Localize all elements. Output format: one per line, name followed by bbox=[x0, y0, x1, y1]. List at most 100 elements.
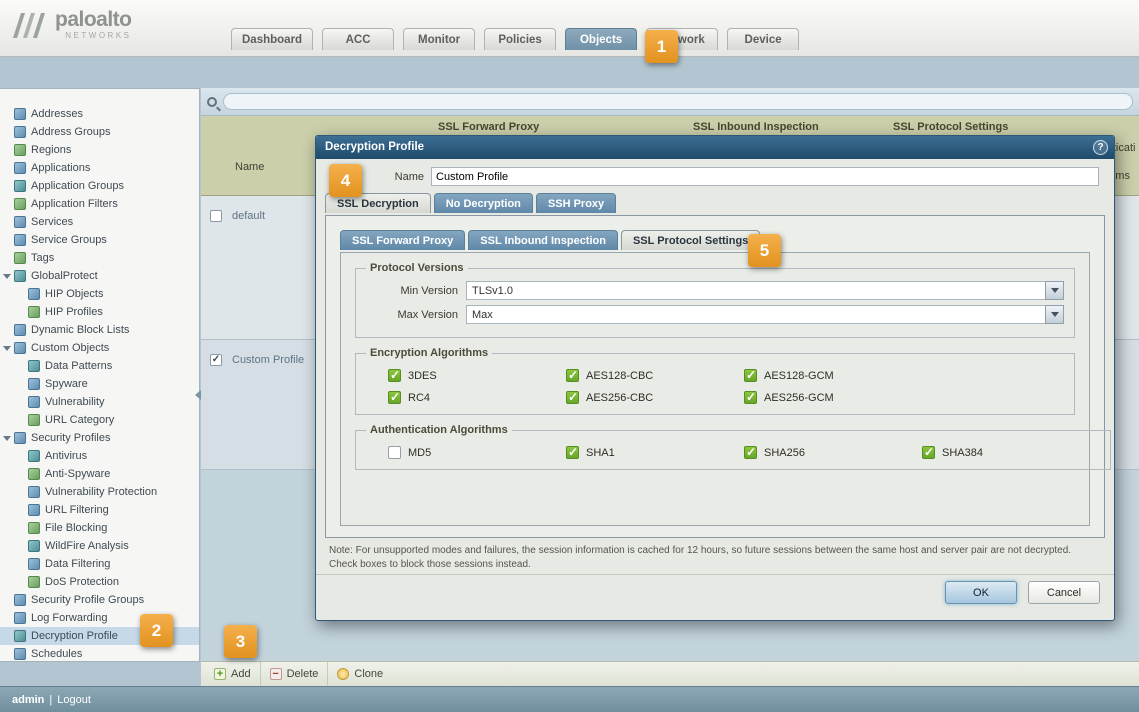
sidebar-item-regions[interactable]: Regions bbox=[0, 141, 199, 159]
ok-button[interactable]: OK bbox=[945, 581, 1017, 604]
sidebar-item-security-profile-groups[interactable]: Security Profile Groups bbox=[0, 591, 199, 609]
ssl-protocol-settings-panel: Protocol Versions Min Version TLSv1.0 Ma… bbox=[340, 252, 1090, 526]
subtab-ssl-forward-proxy[interactable]: SSL Forward Proxy bbox=[340, 230, 465, 250]
checkbox-sha256[interactable]: SHA256 bbox=[744, 446, 922, 459]
checkbox-3des[interactable]: 3DES bbox=[388, 369, 566, 382]
subtab-ssl-inbound-inspection[interactable]: SSL Inbound Inspection bbox=[468, 230, 618, 250]
encryption-algorithms-group: Encryption Algorithms 3DES AES128-CBC AE… bbox=[355, 347, 1075, 415]
checkbox-sha384[interactable]: SHA384 bbox=[922, 446, 1100, 459]
help-icon[interactable]: ? bbox=[1093, 140, 1108, 155]
expand-triangle-icon[interactable] bbox=[3, 436, 11, 441]
tab-ssh-proxy[interactable]: SSH Proxy bbox=[536, 193, 616, 213]
paloalto-logo-mark bbox=[10, 10, 48, 40]
delete-button[interactable]: − Delete bbox=[261, 662, 329, 686]
checkbox-icon[interactable] bbox=[922, 446, 935, 459]
sidebar-item-anti-spyware[interactable]: Anti-Spyware bbox=[0, 465, 199, 483]
sidebar-item-tags[interactable]: Tags bbox=[0, 249, 199, 267]
checkbox-aes256-cbc[interactable]: AES256-CBC bbox=[566, 391, 744, 404]
table-filterbar bbox=[201, 88, 1139, 116]
checkbox-icon[interactable] bbox=[744, 446, 757, 459]
sidebar-item-data-filtering[interactable]: Data Filtering bbox=[0, 555, 199, 573]
security-profiles-icon bbox=[14, 432, 26, 444]
sidebar-item-wildfire-analysis[interactable]: WildFire Analysis bbox=[0, 537, 199, 555]
tab-device[interactable]: Device bbox=[727, 28, 799, 50]
sidebar-item-application-filters[interactable]: Application Filters bbox=[0, 195, 199, 213]
sidebar-item-spyware[interactable]: Spyware bbox=[0, 375, 199, 393]
checkbox-md5[interactable]: MD5 bbox=[388, 446, 566, 459]
sidebar-item-application-groups[interactable]: Application Groups bbox=[0, 177, 199, 195]
sidebar-item-antivirus[interactable]: Antivirus bbox=[0, 447, 199, 465]
filter-input[interactable] bbox=[223, 93, 1133, 110]
profile-name-link[interactable]: Custom Profile bbox=[232, 354, 304, 366]
application-filters-icon bbox=[14, 198, 26, 210]
hip-profiles-icon bbox=[28, 306, 40, 318]
sidebar-item-address-groups[interactable]: Address Groups bbox=[0, 123, 199, 141]
dialog-footer: OK Cancel bbox=[945, 581, 1100, 604]
tab-acc[interactable]: ACC bbox=[322, 28, 394, 50]
max-version-value[interactable]: Max bbox=[466, 305, 1045, 324]
min-version-combobox: TLSv1.0 bbox=[466, 281, 1064, 300]
logout-link[interactable]: Logout bbox=[57, 694, 91, 706]
tab-objects[interactable]: Objects bbox=[565, 28, 637, 50]
wildfire-analysis-icon bbox=[28, 540, 40, 552]
checkbox-icon[interactable] bbox=[744, 369, 757, 382]
checkbox-aes128-cbc[interactable]: AES128-CBC bbox=[566, 369, 744, 382]
checkbox-aes256-gcm[interactable]: AES256-GCM bbox=[744, 391, 922, 404]
column-name: Name bbox=[235, 161, 264, 173]
profile-name-link[interactable]: default bbox=[232, 210, 265, 222]
add-button[interactable]: + Add bbox=[205, 662, 261, 686]
checkbox-icon[interactable] bbox=[388, 369, 401, 382]
tab-monitor[interactable]: Monitor bbox=[403, 28, 475, 50]
sidebar-item-url-category[interactable]: URL Category bbox=[0, 411, 199, 429]
name-input[interactable] bbox=[431, 167, 1099, 186]
sidebar-item-vulnerability-protection[interactable]: Vulnerability Protection bbox=[0, 483, 199, 501]
expand-triangle-icon[interactable] bbox=[3, 274, 11, 279]
checkbox-icon[interactable] bbox=[566, 369, 579, 382]
row-checkbox[interactable] bbox=[210, 354, 222, 366]
tab-dashboard[interactable]: Dashboard bbox=[231, 28, 313, 50]
checkbox-icon[interactable] bbox=[566, 446, 579, 459]
column-ssl-inbound-inspection: SSL Inbound Inspection bbox=[693, 121, 819, 133]
max-version-combobox: Max bbox=[466, 305, 1064, 324]
sidebar-item-file-blocking[interactable]: File Blocking bbox=[0, 519, 199, 537]
sidebar-item-hip-objects[interactable]: HIP Objects bbox=[0, 285, 199, 303]
sidebar-item-addresses[interactable]: Addresses bbox=[0, 105, 199, 123]
sidebar-item-hip-profiles[interactable]: HIP Profiles bbox=[0, 303, 199, 321]
checkbox-rc4[interactable]: RC4 bbox=[388, 391, 566, 404]
subtab-ssl-protocol-settings[interactable]: SSL Protocol Settings bbox=[621, 230, 760, 250]
dialog-tabs: SSL Decryption No Decryption SSH Proxy bbox=[325, 193, 616, 213]
dynamic-block-lists-icon bbox=[14, 324, 26, 336]
sidebar-item-dynamic-block-lists[interactable]: Dynamic Block Lists bbox=[0, 321, 199, 339]
checkbox-aes128-gcm[interactable]: AES128-GCM bbox=[744, 369, 922, 382]
sidebar-item-globalprotect[interactable]: GlobalProtect bbox=[0, 267, 199, 285]
checkbox-icon[interactable] bbox=[388, 446, 401, 459]
clone-button[interactable]: Clone bbox=[328, 662, 392, 686]
sidebar-item-data-patterns[interactable]: Data Patterns bbox=[0, 357, 199, 375]
checkbox-icon[interactable] bbox=[388, 391, 401, 404]
min-version-value[interactable]: TLSv1.0 bbox=[466, 281, 1045, 300]
sidebar-item-services[interactable]: Services bbox=[0, 213, 199, 231]
tab-policies[interactable]: Policies bbox=[484, 28, 556, 50]
min-version-dropdown-button[interactable] bbox=[1045, 281, 1064, 300]
sidebar-item-url-filtering[interactable]: URL Filtering bbox=[0, 501, 199, 519]
sidebar-item-dos-protection[interactable]: DoS Protection bbox=[0, 573, 199, 591]
checkbox-icon[interactable] bbox=[566, 391, 579, 404]
cancel-button[interactable]: Cancel bbox=[1028, 581, 1100, 604]
max-version-dropdown-button[interactable] bbox=[1045, 305, 1064, 324]
app-header: paloalto NETWORKS Dashboard ACC Monitor … bbox=[0, 0, 1139, 57]
sidebar-item-service-groups[interactable]: Service Groups bbox=[0, 231, 199, 249]
row-checkbox[interactable] bbox=[210, 210, 222, 222]
checkbox-sha1[interactable]: SHA1 bbox=[566, 446, 744, 459]
sidebar-item-schedules[interactable]: Schedules bbox=[0, 645, 199, 662]
sidebar-item-custom-objects[interactable]: Custom Objects bbox=[0, 339, 199, 357]
sidebar-item-vulnerability[interactable]: Vulnerability bbox=[0, 393, 199, 411]
addresses-icon bbox=[14, 108, 26, 120]
tab-no-decryption[interactable]: No Decryption bbox=[434, 193, 533, 213]
checkbox-icon[interactable] bbox=[744, 391, 757, 404]
sidebar-item-security-profiles[interactable]: Security Profiles bbox=[0, 429, 199, 447]
separator: | bbox=[49, 694, 52, 706]
min-version-label: Min Version bbox=[366, 285, 458, 297]
sidebar-item-applications[interactable]: Applications bbox=[0, 159, 199, 177]
expand-triangle-icon[interactable] bbox=[3, 346, 11, 351]
panos-app: paloalto NETWORKS Dashboard ACC Monitor … bbox=[0, 0, 1139, 712]
